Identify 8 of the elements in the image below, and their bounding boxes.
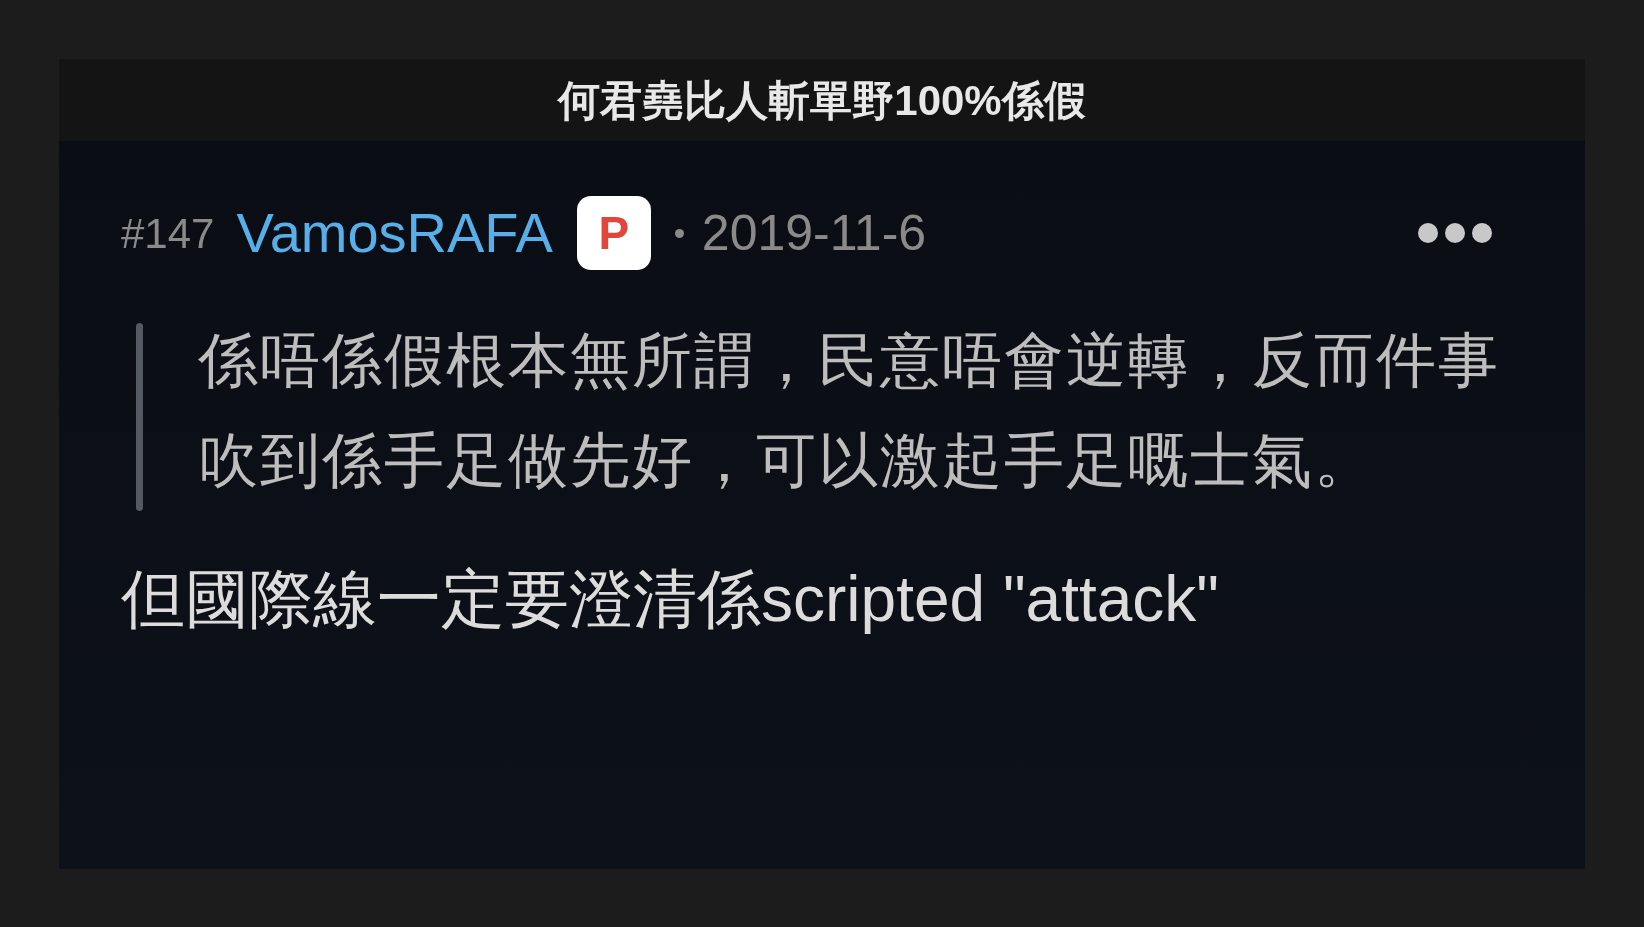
post-number: #147 [121, 208, 215, 259]
thread-title: 何君堯比人斬單野100%係假 [558, 75, 1086, 126]
quoted-text: 係唔係假根本無所謂，民意唔會逆轉，反而件事吹到係手足做先好，可以激起手足嘅士氣。 [197, 326, 1501, 496]
post-body: 但國際線一定要澄清係scripted "attack" [121, 562, 1221, 637]
post-date: 2019-11-6 [701, 203, 927, 263]
more-options-icon[interactable] [1417, 222, 1493, 244]
user-badge: P [576, 196, 651, 270]
username[interactable]: VamosRAFA [236, 191, 553, 275]
